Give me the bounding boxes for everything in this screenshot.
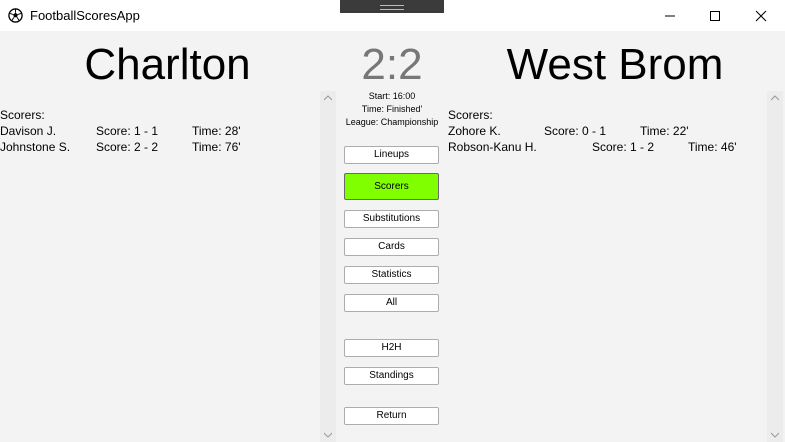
substitutions-button[interactable]: Substitutions (344, 210, 439, 228)
statistics-button[interactable]: Statistics (344, 266, 439, 284)
scorer-name: Zohore K. (448, 124, 501, 138)
scorers-button[interactable]: Scorers (344, 173, 439, 200)
scorer-time: Time: 76' (192, 140, 241, 154)
close-button[interactable] (738, 0, 784, 31)
return-button[interactable]: Return (344, 407, 439, 425)
window-title: FootballScoresApp (30, 8, 140, 23)
scorer-score: Score: 0 - 1 (544, 124, 607, 138)
match-status: Time: Finished' (361, 104, 423, 114)
match-start-time: Start: 16:00 (368, 91, 416, 101)
soccer-ball-icon (8, 8, 23, 23)
close-icon (755, 10, 767, 22)
scorer-score: Score: 2 - 2 (96, 140, 159, 154)
away-scrollbar[interactable] (767, 91, 783, 442)
scorer-time: Time: 22' (640, 124, 689, 138)
scorer-score: Score: 1 - 2 (592, 140, 655, 154)
maximize-icon (710, 11, 720, 21)
match-league: League: Championship (345, 117, 439, 127)
scroll-up-icon[interactable] (324, 95, 332, 101)
away-scorers-header: Scorers: (448, 108, 493, 122)
scroll-up-icon[interactable] (771, 95, 779, 101)
cards-button[interactable]: Cards (344, 238, 439, 256)
drag-handle[interactable] (340, 0, 444, 13)
standings-button[interactable]: Standings (344, 367, 439, 385)
title-bar[interactable]: FootballScoresApp (0, 0, 785, 31)
h2h-button[interactable]: H2H (344, 339, 439, 357)
home-team-name: Charlton (84, 40, 251, 89)
scorer-name: Davison J. (0, 124, 57, 138)
match-score: 2:2 (361, 40, 423, 89)
scorer-name: Robson-Kanu H. (448, 140, 537, 154)
scroll-down-icon[interactable] (771, 432, 779, 438)
minimize-icon (665, 15, 675, 17)
scroll-down-icon[interactable] (324, 432, 332, 438)
scorer-name: Johnstone S. (0, 140, 71, 154)
home-scorers-header: Scorers: (0, 108, 45, 122)
lineups-button[interactable]: Lineups (344, 146, 439, 164)
all-button[interactable]: All (344, 294, 439, 312)
scorer-score: Score: 1 - 1 (96, 124, 159, 138)
scorer-time: Time: 28' (192, 124, 241, 138)
away-team-name: West Brom (506, 40, 724, 89)
minimize-button[interactable] (647, 0, 693, 31)
maximize-button[interactable] (692, 0, 738, 31)
home-scrollbar[interactable] (320, 91, 336, 442)
scorer-time: Time: 46' (688, 140, 737, 154)
